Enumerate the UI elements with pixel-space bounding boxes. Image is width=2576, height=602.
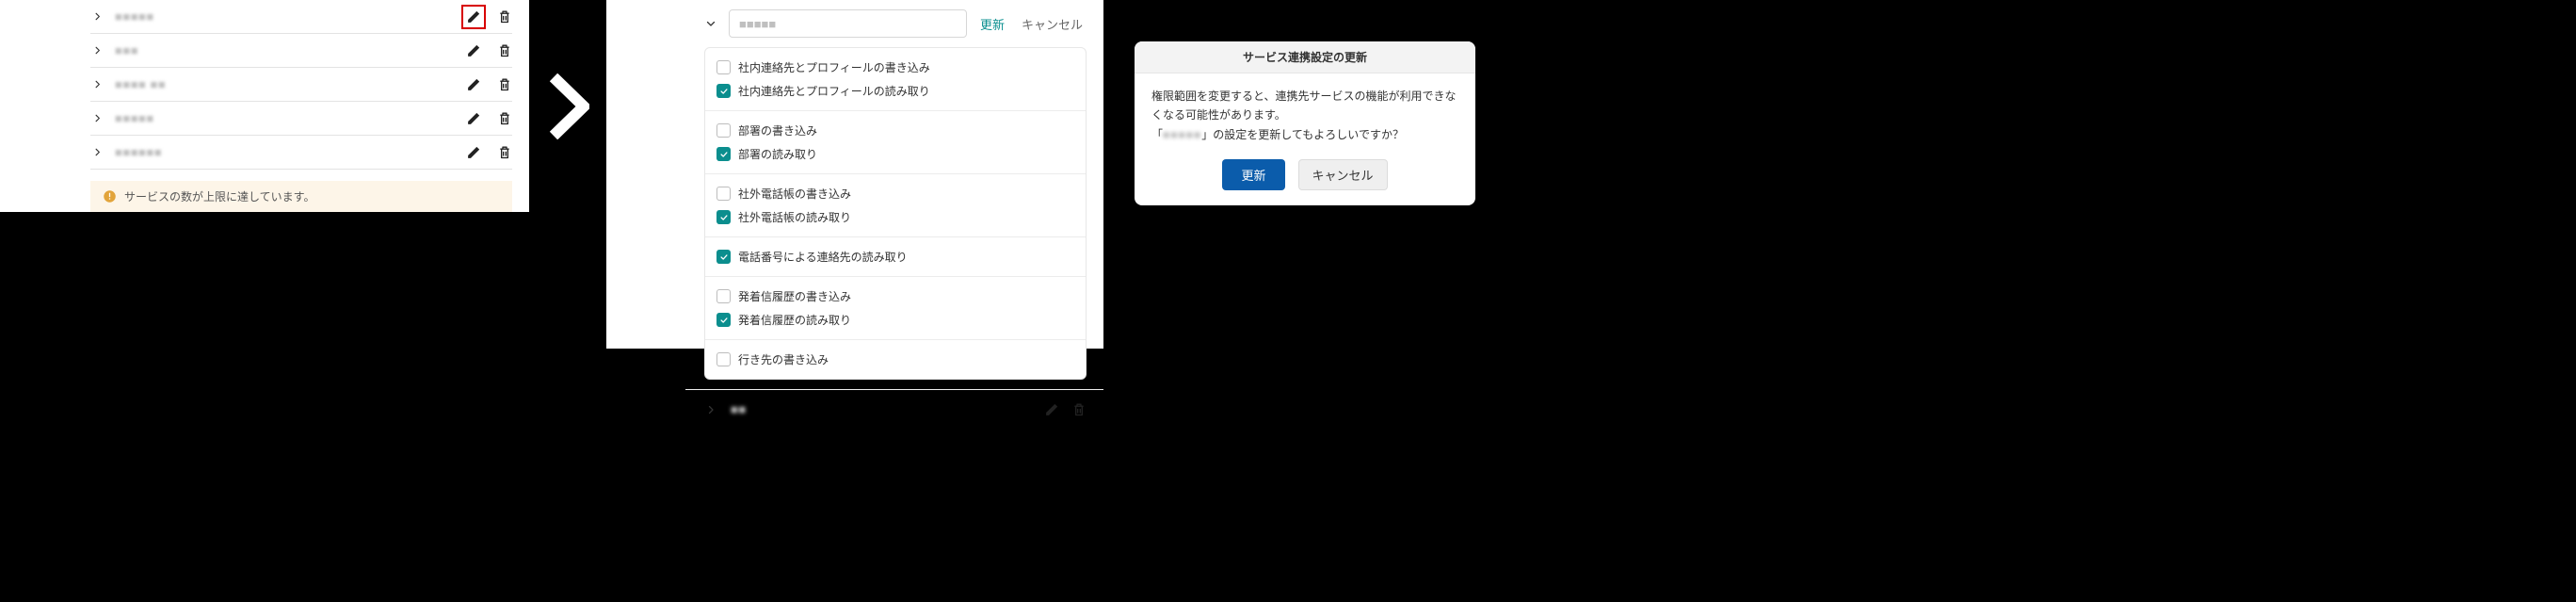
service-row: ■■■■■■ [90, 136, 512, 170]
permission-label: 行き先の書き込み [738, 351, 829, 367]
checkbox[interactable] [716, 352, 731, 366]
permission-label: 部署の書き込み [738, 122, 817, 138]
service-row: ■■■ [90, 34, 512, 68]
permission-group: 社内連絡先とプロフィールの書き込み社内連絡先とプロフィールの読み取り [705, 48, 1086, 111]
dialog-service-name: ■■■■■ [1163, 125, 1201, 144]
expand-toggle[interactable] [702, 404, 719, 415]
dialog-body-line2: 「■■■■■」の設定を更新してもよろしいですか？ [1151, 125, 1458, 144]
permission-groups: 社内連絡先とプロフィールの書き込み社内連絡先とプロフィールの読み取り部署の書き込… [704, 47, 1087, 380]
chevron-right-icon[interactable] [90, 79, 104, 89]
service-name: ■■■■ ■■ [115, 77, 461, 91]
delete-icon[interactable] [497, 110, 512, 126]
checkbox[interactable] [716, 84, 731, 98]
dialog-actions: 更新 キャンセル [1135, 154, 1475, 205]
edit-icon[interactable] [461, 106, 486, 131]
permission-group: 電話番号による連絡先の読み取り [705, 237, 1086, 277]
permission-label: 社内連絡先とプロフィールの書き込み [738, 59, 930, 75]
dialog-body: 権限範囲を変更すると、連携先サービスの機能が利用できなくなる可能性があります。 … [1135, 73, 1475, 154]
service-row: ■■■■■ [90, 102, 512, 136]
collapse-toggle[interactable] [702, 18, 719, 29]
checkbox[interactable] [716, 60, 731, 74]
edit-icon[interactable] [461, 5, 486, 29]
permission-option[interactable]: 社内連絡先とプロフィールの書き込み [716, 56, 1074, 79]
dialog-body-line1: 権限範囲を変更すると、連携先サービスの機能が利用できなくなる可能性があります。 [1151, 87, 1458, 125]
edit-header: 更新 キャンセル [685, 0, 1103, 47]
permission-label: 発着信履歴の書き込み [738, 288, 851, 304]
checkbox[interactable] [716, 210, 731, 224]
confirm-update-button[interactable]: 更新 [1222, 159, 1284, 190]
permission-group: 社外電話帳の書き込み社外電話帳の読み取り [705, 174, 1086, 237]
chevron-right-icon[interactable] [90, 113, 104, 123]
checkbox[interactable] [716, 313, 731, 327]
permission-edit-panel: 更新 キャンセル 社内連絡先とプロフィールの書き込み社内連絡先とプロフィールの読… [606, 0, 1103, 349]
permission-option[interactable]: 社外電話帳の書き込み [716, 182, 1074, 205]
confirm-cancel-button[interactable]: キャンセル [1298, 159, 1388, 190]
permission-label: 電話番号による連絡先の読み取り [738, 249, 908, 265]
row-actions [461, 5, 512, 29]
delete-icon[interactable] [497, 144, 512, 160]
service-list-panel: ■■■■■■■■■■■■ ■■■■■■■■■■■■■ サービスの数が上限に達して… [0, 0, 529, 212]
cancel-link[interactable]: キャンセル [1018, 15, 1087, 33]
delete-icon[interactable] [497, 8, 512, 24]
step-arrow-icon [548, 73, 589, 139]
service-name: ■■■■■ [115, 111, 461, 125]
row-actions [461, 73, 512, 97]
delete-icon[interactable] [497, 76, 512, 92]
permission-group: 発着信履歴の書き込み発着信履歴の読み取り [705, 277, 1086, 340]
permission-option[interactable]: 部署の書き込み [716, 119, 1074, 142]
edit-icon[interactable] [461, 140, 486, 165]
service-list: ■■■■■■■■■■■■ ■■■■■■■■■■■■■ [0, 0, 529, 170]
chevron-right-icon[interactable] [90, 147, 104, 157]
next-service-name: ■■ [731, 402, 884, 416]
permission-option[interactable]: 発着信履歴の読み取り [716, 308, 1074, 332]
service-name: ■■■ [115, 43, 461, 57]
warning-icon [102, 189, 117, 204]
edit-icon[interactable] [461, 73, 486, 97]
confirm-dialog: サービス連携設定の更新 権限範囲を変更すると、連携先サービスの機能が利用できなく… [1135, 41, 1475, 205]
permission-option[interactable]: 電話番号による連絡先の読み取り [716, 245, 1074, 268]
row-actions [461, 106, 512, 131]
permission-option[interactable]: 社内連絡先とプロフィールの読み取り [716, 79, 1074, 103]
permission-group: 行き先の書き込み [705, 340, 1086, 379]
permission-label: 社外電話帳の読み取り [738, 209, 851, 225]
edit-icon[interactable] [1044, 401, 1060, 417]
checkbox[interactable] [716, 289, 731, 303]
service-name-input[interactable] [729, 9, 967, 38]
edit-icon[interactable] [461, 39, 486, 63]
permission-group: 部署の書き込み部署の読み取り [705, 111, 1086, 174]
permission-option[interactable]: 発着信履歴の書き込み [716, 285, 1074, 308]
permission-label: 部署の読み取り [738, 146, 817, 162]
service-row: ■■■■ ■■ [90, 68, 512, 102]
permission-label: 社内連絡先とプロフィールの読み取り [738, 83, 930, 99]
delete-icon[interactable] [1071, 401, 1087, 417]
update-link[interactable]: 更新 [976, 15, 1008, 33]
next-service-row: ■■ [685, 389, 1103, 425]
service-name: ■■■■■ [115, 9, 461, 24]
service-name: ■■■■■■ [115, 145, 461, 159]
checkbox[interactable] [716, 123, 731, 138]
service-row: ■■■■■ [90, 0, 512, 34]
permission-option[interactable]: 社外電話帳の読み取り [716, 205, 1074, 229]
checkbox[interactable] [716, 187, 731, 201]
row-actions [461, 140, 512, 165]
permission-option[interactable]: 行き先の書き込み [716, 348, 1074, 371]
dialog-title: サービス連携設定の更新 [1135, 41, 1475, 73]
checkbox[interactable] [716, 147, 731, 161]
checkbox[interactable] [716, 250, 731, 264]
row-actions [461, 39, 512, 63]
permission-option[interactable]: 部署の読み取り [716, 142, 1074, 166]
delete-icon[interactable] [497, 42, 512, 58]
limit-alert-text: サービスの数が上限に達しています。 [124, 188, 314, 204]
chevron-right-icon[interactable] [90, 11, 104, 22]
permission-label: 社外電話帳の書き込み [738, 186, 851, 202]
permission-label: 発着信履歴の読み取り [738, 312, 851, 328]
chevron-right-icon[interactable] [90, 45, 104, 56]
limit-alert: サービスの数が上限に達しています。 [90, 181, 512, 212]
